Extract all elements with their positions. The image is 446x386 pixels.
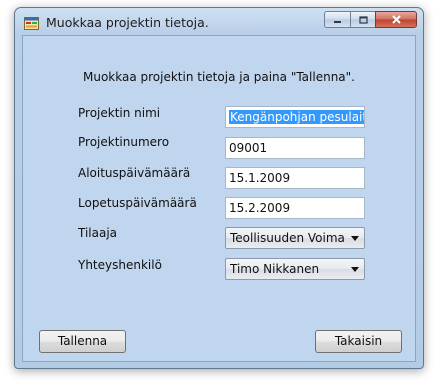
project-number-value: 09001 <box>229 141 268 155</box>
form-panel: Muokkaa projektin tietoja ja paina "Tall… <box>22 35 416 362</box>
client-selected-value: Teollisuuden Voima Oyj <box>230 231 348 245</box>
back-button[interactable]: Takaisin <box>315 330 402 353</box>
title-bar[interactable]: Muokkaa projektin tietoja. <box>15 8 423 36</box>
maximize-icon <box>358 15 368 24</box>
end-date-label: Lopetuspäivämäärä <box>78 196 197 210</box>
start-date-value: 15.1.2009 <box>229 171 291 185</box>
close-icon <box>391 15 401 24</box>
chevron-down-icon <box>351 236 359 241</box>
maximize-button[interactable] <box>350 11 375 28</box>
start-date-label: Aloituspäivämäärä <box>78 166 191 180</box>
end-date-value: 15.2.2009 <box>229 201 291 215</box>
instruction-text: Muokkaa projektin tietoja ja paina "Tall… <box>83 70 355 84</box>
window-controls <box>324 11 417 28</box>
project-number-label: Projektinumero <box>78 135 170 149</box>
minimize-icon <box>334 20 341 23</box>
contact-selected-value: Timo Nikkanen <box>230 262 320 276</box>
contact-label: Yhteyshenkilö <box>78 258 162 272</box>
save-button[interactable]: Tallenna <box>39 330 126 353</box>
project-name-field[interactable]: Kengänpohjan pesulaite <box>225 106 365 128</box>
form-window-icon <box>24 17 39 30</box>
dialog-window: Muokkaa projektin tietoja. Muokkaa proje… <box>14 7 424 369</box>
client-dropdown[interactable]: Teollisuuden Voima Oyj <box>225 227 365 249</box>
close-button[interactable] <box>375 11 417 28</box>
end-date-field[interactable]: 15.2.2009 <box>225 197 365 219</box>
project-name-value: Kengänpohjan pesulaite <box>229 110 364 124</box>
start-date-field[interactable]: 15.1.2009 <box>225 167 365 189</box>
window-title: Muokkaa projektin tietoja. <box>46 15 209 30</box>
chevron-down-icon <box>351 267 359 272</box>
project-name-label: Projektin nimi <box>78 106 161 120</box>
contact-dropdown[interactable]: Timo Nikkanen <box>225 258 365 280</box>
project-number-field[interactable]: 09001 <box>225 137 365 159</box>
client-label: Tilaaja <box>78 226 118 240</box>
minimize-button[interactable] <box>324 11 350 28</box>
